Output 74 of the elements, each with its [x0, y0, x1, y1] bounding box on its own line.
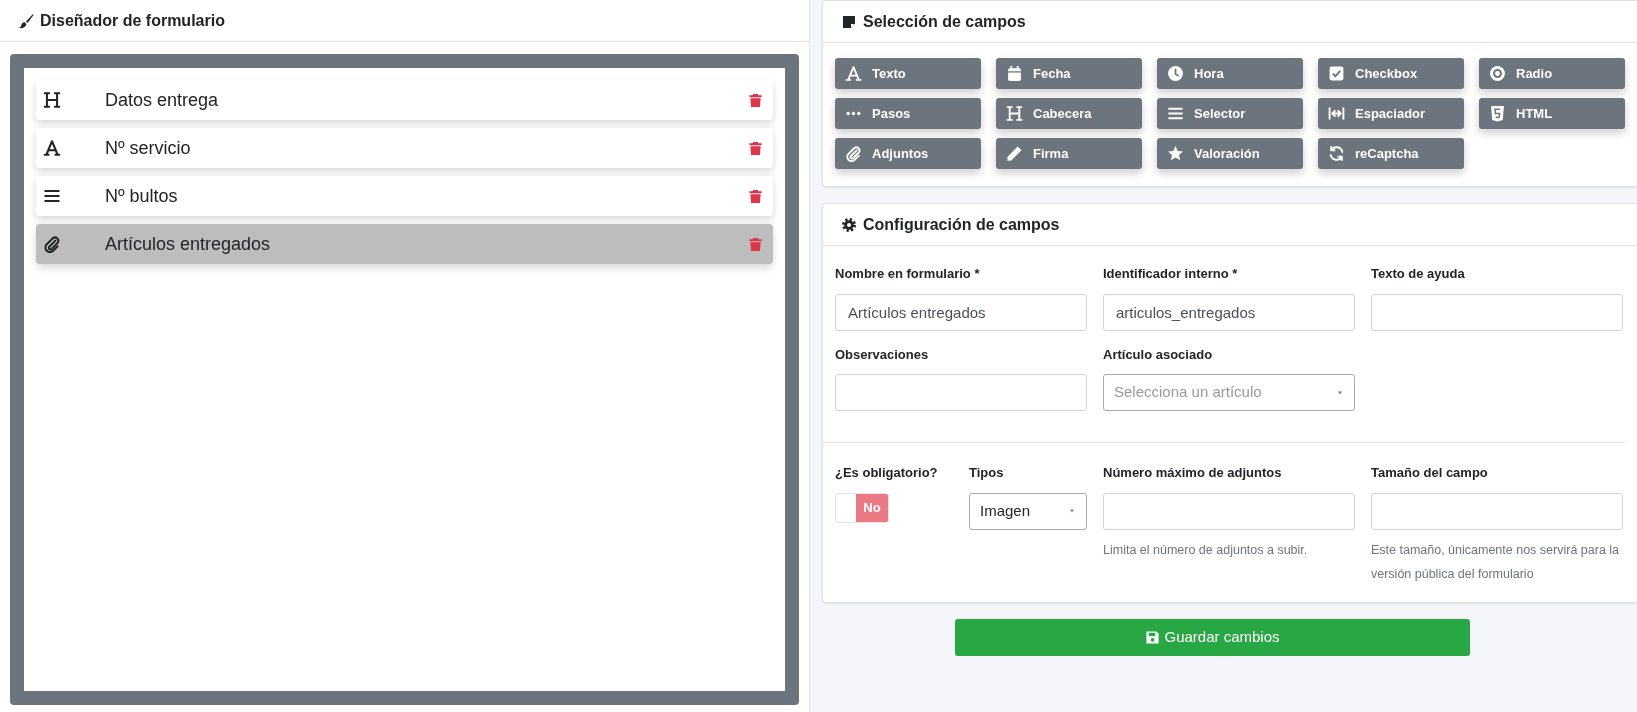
field-type-button[interactable]: reCaptcha [1318, 138, 1464, 169]
field-type-button[interactable]: Firma [996, 138, 1142, 169]
input-field[interactable] [1371, 293, 1623, 331]
delete-button[interactable] [748, 187, 763, 205]
heading-icon [42, 91, 62, 109]
trash-icon [748, 91, 763, 109]
toggle-switch[interactable]: No [835, 492, 889, 523]
form-field-item[interactable]: Nº bultos [36, 176, 773, 216]
field-type-button[interactable]: Checkbox [1318, 58, 1464, 89]
field-type-button[interactable]: Radio [1479, 58, 1625, 89]
field-type-button[interactable]: Fecha [996, 58, 1142, 89]
settings-icon [841, 217, 857, 234]
form-field-item[interactable]: Artículos entregados [36, 224, 773, 264]
heading-icon [1006, 105, 1023, 122]
shield-icon [1489, 105, 1506, 122]
checkbox-icon [1328, 65, 1345, 82]
brush-icon [18, 13, 34, 30]
field-type-button[interactable]: Pasos [835, 98, 981, 129]
delete-button[interactable] [748, 139, 763, 157]
field-type-button[interactable]: Cabecera [996, 98, 1142, 129]
menu-icon [42, 187, 62, 205]
field-label: Artículo asociado [1103, 345, 1214, 364]
field-type-button[interactable]: Texto [835, 58, 981, 89]
field-label: Texto de ayuda [1371, 265, 1466, 283]
form-field-item[interactable]: Nº servicio [36, 128, 773, 168]
input-field[interactable]: articulos_entregados [1103, 293, 1355, 331]
field-type-button[interactable]: Valoración [1157, 138, 1303, 169]
panel-title: Selección de campos [863, 11, 1026, 32]
pencil-icon [1006, 145, 1023, 162]
note-icon [841, 14, 857, 31]
form-field-item[interactable]: Datos entrega [36, 80, 773, 120]
horizontal-arrows-icon [1328, 105, 1345, 122]
input-field[interactable] [1371, 492, 1623, 530]
field-type-button[interactable]: Hora [1157, 58, 1303, 89]
clock-icon [1167, 65, 1184, 82]
field-type-button[interactable]: HTML [1479, 98, 1625, 129]
paperclip-icon [845, 145, 862, 162]
caret-icon [1336, 389, 1344, 396]
help-text: Limita el número de adjuntos a subir. [1103, 541, 1309, 559]
field-label: Nombre en formulario * [835, 265, 981, 283]
help-text: Este tamaño, únicamente nos servirá para la versión pública del formulario [1371, 541, 1621, 583]
paperclip-icon [42, 235, 62, 253]
menu-icon [1167, 105, 1184, 122]
font-icon [845, 65, 862, 82]
star-icon [1167, 145, 1184, 162]
input-field[interactable] [835, 374, 1087, 411]
toggle-state-label: No [856, 493, 888, 522]
trash-icon [748, 187, 763, 205]
save-icon [1145, 629, 1161, 645]
select-field[interactable]: Imagen [969, 492, 1087, 530]
select-field[interactable]: Selecciona un artículo [1103, 374, 1355, 411]
field-type-button[interactable]: Espaciador [1318, 98, 1464, 129]
delete-button[interactable] [748, 91, 763, 109]
trash-icon [748, 139, 763, 157]
field-type-button[interactable]: Adjuntos [835, 138, 981, 169]
field-label: Tamaño del campo [1371, 464, 1489, 482]
save-button[interactable]: Guardar cambios [955, 618, 1470, 656]
field-label: Tipos [969, 464, 1005, 482]
refresh-icon [1328, 145, 1345, 162]
radio-icon [1489, 65, 1506, 82]
trash-icon [748, 235, 763, 253]
field-type-button[interactable]: Selector [1157, 98, 1303, 129]
field-label: Observaciones [835, 345, 930, 364]
delete-button[interactable] [748, 235, 763, 253]
field-label: ¿Es obligatorio? [835, 464, 939, 482]
input-field[interactable]: Artículos entregados [835, 293, 1087, 331]
panel-title: Configuración de campos [863, 214, 1060, 235]
calendar-icon [1006, 65, 1023, 82]
panel-title: Diseñador de formulario [40, 10, 225, 31]
font-icon [42, 139, 62, 157]
caret-icon [1068, 508, 1076, 514]
input-field[interactable] [1103, 492, 1355, 530]
field-label: Identificador interno * [1103, 265, 1239, 283]
field-label: Número máximo de adjuntos [1103, 464, 1283, 482]
